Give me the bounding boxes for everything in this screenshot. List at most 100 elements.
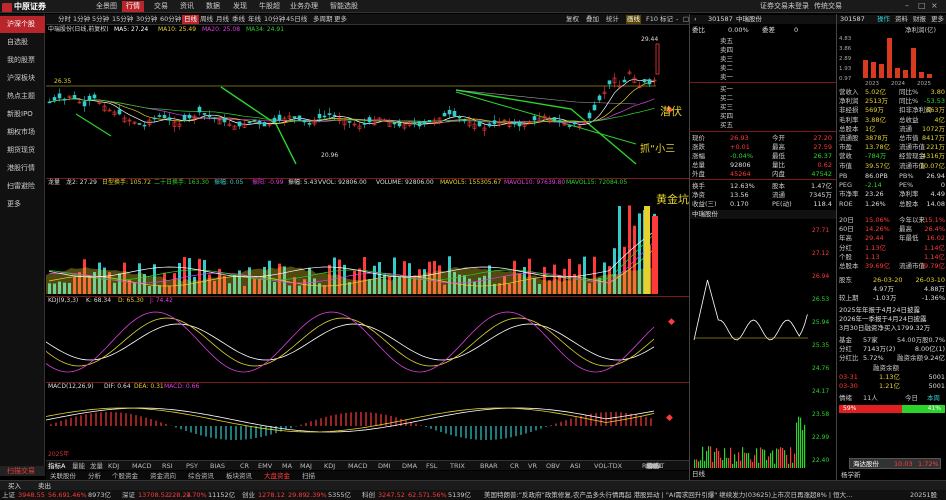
indicator-tab[interactable]: VR: [528, 462, 537, 470]
macd-chart[interactable]: ◆: [46, 390, 689, 460]
back-icon[interactable]: ‹: [694, 15, 697, 24]
indicator-tab[interactable]: DMI: [378, 462, 391, 470]
indicator-tab[interactable]: CR: [240, 462, 249, 470]
sidebar-item-risk[interactable]: 扫雷避险: [0, 178, 45, 195]
trade-login-status[interactable]: 证券交易未登录: [760, 1, 809, 12]
news-row[interactable]: 2025年年报于4月24日披露: [839, 306, 946, 315]
maximize-icon[interactable]: □: [918, 2, 926, 10]
indicator-tab[interactable]: MAJ: [300, 462, 312, 470]
tf-quarterly[interactable]: 季线: [232, 15, 245, 24]
info-tab[interactable]: 分析: [88, 472, 101, 480]
nav-shuju[interactable]: 数据: [206, 1, 220, 12]
tf-45day[interactable]: 45日线: [286, 15, 307, 24]
indicator-tab[interactable]: MACD: [348, 462, 367, 470]
indicator-tab[interactable]: DMA: [402, 462, 417, 470]
indicator-tab[interactable]: 龙量: [90, 462, 103, 470]
status-sell[interactable]: 卖出: [38, 482, 51, 490]
nav-zixun[interactable]: 资讯: [180, 1, 194, 12]
tf-tongji[interactable]: 统计: [606, 15, 619, 24]
indicator-tab[interactable]: 量能: [72, 462, 85, 470]
info-tab[interactable]: 资金流向: [150, 472, 176, 480]
tf-60min[interactable]: 60分钟: [160, 15, 181, 24]
ticker-name[interactable]: 科创: [362, 491, 375, 499]
minimize-icon[interactable]: –: [905, 2, 913, 10]
sidebar-item-sectors[interactable]: 沪深板块: [0, 70, 45, 87]
sidebar-item-hk[interactable]: 港股行情: [0, 160, 45, 177]
tf-monthly[interactable]: 月线: [216, 15, 229, 24]
nav-faxian[interactable]: 发现: [233, 1, 247, 12]
status-buy[interactable]: 买入: [8, 482, 21, 490]
sidebar-item-more[interactable]: 更多: [0, 196, 45, 213]
nav-hangqing[interactable]: 行情: [122, 1, 144, 12]
sidebar-item-watchlist[interactable]: 自选股: [0, 34, 45, 51]
ticker-name[interactable]: 深证: [122, 491, 135, 499]
indicator-tab[interactable]: BIAS: [210, 462, 225, 470]
tf-biaoji[interactable]: 标记: [660, 15, 673, 24]
fin-tab-0[interactable]: 操作: [877, 15, 890, 24]
tf-30min[interactable]: 30分钟: [136, 15, 157, 24]
traditional-trade[interactable]: 传统交易: [814, 1, 842, 12]
indicator-tab[interactable]: BRAR: [480, 462, 498, 470]
indicator-tab[interactable]: MACD: [132, 462, 151, 470]
indicator-tab[interactable]: PSY: [186, 462, 198, 470]
indicator-tab[interactable]: CR: [510, 462, 519, 470]
sidebar-item-themes[interactable]: 热点主题: [0, 88, 45, 105]
ticker-name[interactable]: 创业: [242, 491, 255, 499]
tf-15min[interactable]: 15分钟: [112, 15, 133, 24]
indicator-tab[interactable]: ASI: [570, 462, 581, 470]
mini-chart[interactable]: 27.71 27.12 26.94 26.53 25.94 25.35 24.76 24.17…: [690, 220, 836, 476]
info-tab[interactable]: 个股资金: [112, 472, 138, 480]
indicator-tab[interactable]: RSI: [162, 462, 173, 470]
nav-quanjingtu[interactable]: 全景图: [96, 1, 117, 12]
tf-huaxian[interactable]: 画线: [626, 15, 641, 24]
nav-yewu[interactable]: 业务办理: [290, 1, 318, 12]
tf-multi[interactable]: 多周期: [313, 15, 333, 24]
sidebar-item-stocks[interactable]: 沪深个股: [0, 16, 45, 33]
kline-chart[interactable]: ◆: [46, 34, 689, 182]
kdj-chart[interactable]: ◆: [46, 304, 689, 382]
tf-5min[interactable]: 5分钟: [92, 15, 109, 24]
sidebar-item-mystocks[interactable]: 我的股票: [0, 52, 45, 69]
tf-daily[interactable]: 日线: [182, 15, 199, 24]
mood-today[interactable]: 今日: [905, 394, 918, 403]
tf-fuquan[interactable]: 复权: [566, 15, 579, 24]
fin-tab-1[interactable]: 资料: [895, 15, 908, 24]
tf-f10[interactable]: F10: [646, 15, 658, 24]
news-row[interactable]: 2026年一季报于4月24日披露: [839, 315, 946, 324]
tf-yearly[interactable]: 年线: [248, 15, 261, 24]
tf-diejia[interactable]: 叠加: [586, 15, 599, 24]
fin-tab-2[interactable]: 财报: [913, 15, 926, 24]
indicator-tab[interactable]: MA: [282, 462, 292, 470]
fin-tab-3[interactable]: 更多: [931, 15, 944, 24]
mood-this-week[interactable]: 本周: [927, 394, 940, 403]
volume-chart[interactable]: [46, 186, 689, 296]
indicator-tab[interactable]: KDJ: [324, 462, 335, 470]
info-tab[interactable]: 板块资讯: [226, 472, 252, 480]
tf-1min[interactable]: 1分钟: [73, 15, 90, 24]
news-row[interactable]: 3月30日融资净买入1799.32万: [839, 324, 946, 333]
ticker-name[interactable]: 上证: [2, 491, 15, 499]
tf-fenshi[interactable]: 分时: [58, 15, 71, 24]
indicator-tab[interactable]: KDJ: [108, 462, 119, 470]
tf-weekly[interactable]: 周线: [200, 15, 213, 24]
nav-xuangu[interactable]: 智能选股: [330, 1, 358, 12]
indicator-tab[interactable]: EMV: [258, 462, 272, 470]
info-tab[interactable]: 综合资讯: [188, 472, 214, 480]
nav-niugu[interactable]: 牛股超: [259, 1, 280, 12]
tf-more[interactable]: 更多: [334, 15, 347, 24]
indicator-tab[interactable]: 模板: [646, 462, 659, 470]
indicator-tab[interactable]: OBV: [546, 462, 560, 470]
info-tab[interactable]: 关联股份: [50, 472, 76, 480]
indicator-tab[interactable]: FSL: [426, 462, 437, 470]
sidebar-item-options[interactable]: 期权市场: [0, 124, 45, 141]
tf-10min[interactable]: 10分钟: [264, 15, 285, 24]
tf-minus[interactable]: -: [676, 15, 678, 24]
sidebar-item-futures[interactable]: 期货现货: [0, 142, 45, 159]
indicator-tab[interactable]: TRIX: [450, 462, 465, 470]
close-icon[interactable]: ×: [931, 2, 939, 10]
indicator-tab[interactable]: VOL-TDX: [594, 462, 622, 470]
sidebar-scan-trade[interactable]: 扫描交易: [0, 466, 45, 476]
nav-jiaoyi[interactable]: 交易: [154, 1, 168, 12]
info-tab[interactable]: 扫描: [302, 472, 315, 480]
caption-popup[interactable]: 海达股份 10.03 1.72%: [849, 458, 941, 469]
